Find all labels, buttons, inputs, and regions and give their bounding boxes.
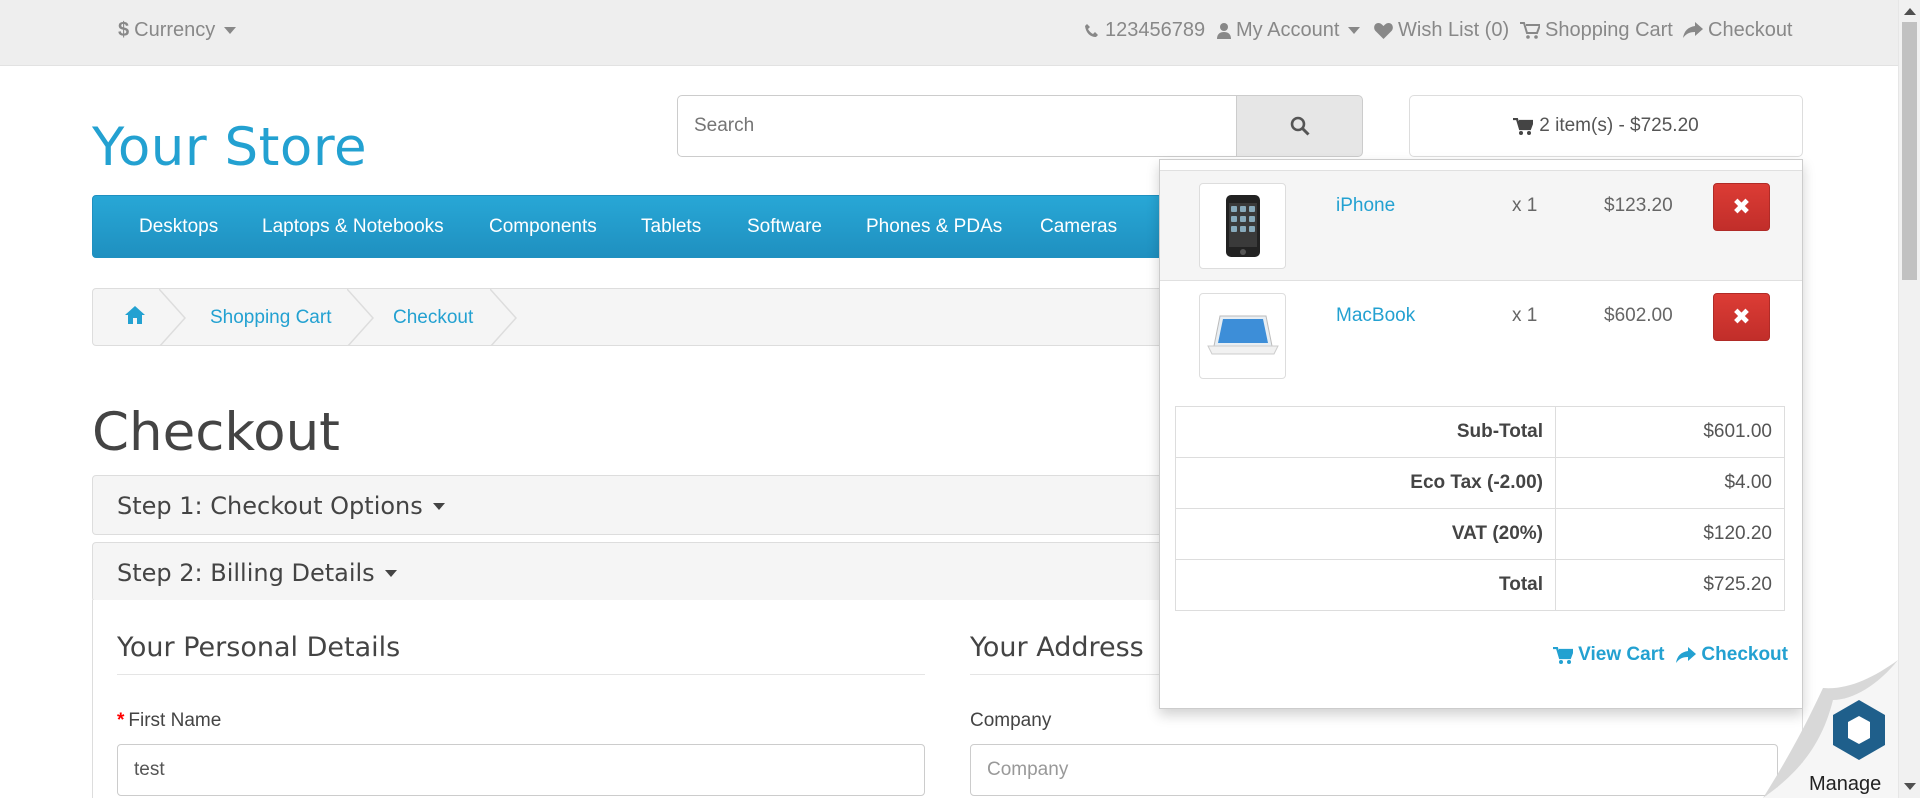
cart-item-price: $123.20 — [1604, 195, 1673, 216]
totals-label: Sub-Total — [1175, 406, 1556, 458]
dollar-icon: $ — [118, 19, 130, 41]
my-account-label: My Account — [1236, 19, 1340, 41]
view-cart-link[interactable]: View Cart — [1553, 644, 1664, 666]
breadcrumb-checkout[interactable]: Checkout — [393, 307, 473, 329]
close-icon: ✖ — [1732, 194, 1751, 219]
totals-value: $120.20 — [1555, 508, 1785, 560]
search-button[interactable] — [1236, 95, 1363, 157]
totals-row: Sub-Total $601.00 — [1175, 406, 1785, 458]
macbook-image — [1206, 315, 1279, 355]
phone-icon — [1085, 23, 1098, 37]
search-icon — [1290, 116, 1310, 136]
menu-item-desktops[interactable]: Desktops — [139, 216, 218, 238]
cart-item-row: MacBook x 1 $602.00 ✖ — [1160, 281, 1802, 392]
menu-item-tablets[interactable]: Tablets — [641, 216, 701, 238]
cart-summary-text: 2 item(s) - $725.20 — [1539, 115, 1699, 136]
home-icon — [125, 306, 145, 324]
cart-item-row: iPhone x 1 $123.20 ✖ — [1160, 170, 1802, 281]
user-icon — [1217, 23, 1231, 39]
menu-item-phones[interactable]: Phones & PDAs — [866, 216, 1002, 238]
breadcrumb-separator — [347, 289, 375, 345]
step1-title[interactable]: Step 1: Checkout Options — [117, 492, 445, 520]
cart-item-price: $602.00 — [1604, 305, 1673, 326]
required-marker: * — [117, 710, 125, 731]
breadcrumb-home[interactable] — [125, 306, 145, 329]
checkout-label: Checkout — [1708, 19, 1793, 41]
caret-down-icon — [1348, 27, 1361, 34]
cart-icon — [1520, 22, 1540, 39]
company-input[interactable] — [970, 744, 1778, 796]
cart-dropdown-links: View Cart Checkout — [1553, 644, 1788, 666]
cart-icon — [1553, 646, 1574, 664]
totals-value: $725.20 — [1555, 559, 1785, 611]
wish-list-label: Wish List (0) — [1398, 19, 1510, 41]
cart-totals-table: Sub-Total $601.00 Eco Tax (-2.00) $4.00 … — [1175, 406, 1785, 611]
shopping-cart-label: Shopping Cart — [1545, 19, 1673, 41]
shopping-cart-link[interactable]: Shopping Cart — [1520, 19, 1673, 42]
view-cart-label: View Cart — [1578, 644, 1665, 665]
store-logo[interactable]: Your Store — [92, 117, 367, 178]
currency-label: Currency — [134, 19, 216, 41]
cart-item-qty: x 1 — [1512, 305, 1538, 326]
totals-row: Total $725.20 — [1175, 559, 1785, 611]
top-bar: $ Currency 123456789 My Account Wish Lis… — [0, 0, 1898, 66]
page-title: Checkout — [92, 402, 340, 463]
macbook-thumbnail[interactable] — [1199, 293, 1286, 379]
menu-item-cameras[interactable]: Cameras — [1040, 216, 1117, 238]
share-arrow-icon — [1676, 646, 1697, 663]
breadcrumb-shopping-cart[interactable]: Shopping Cart — [210, 307, 331, 329]
caret-down-icon — [224, 27, 237, 34]
scrollbar-thumb[interactable] — [1902, 22, 1917, 280]
scroll-up-arrow[interactable] — [1904, 8, 1916, 15]
cart-dropdown: iPhone x 1 $123.20 ✖ MacBook x 1 $602.00… — [1159, 159, 1803, 709]
vertical-scrollbar[interactable] — [1898, 0, 1920, 798]
totals-label: Eco Tax (-2.00) — [1175, 457, 1556, 509]
phone-link[interactable]: 123456789 — [1084, 19, 1205, 42]
my-account-dropdown[interactable]: My Account — [1217, 19, 1361, 42]
personal-details-heading: Your Personal Details — [117, 632, 401, 663]
menu-item-components[interactable]: Components — [489, 216, 597, 238]
totals-value: $601.00 — [1555, 406, 1785, 458]
scroll-down-arrow[interactable] — [1904, 783, 1916, 790]
caret-down-icon — [432, 502, 445, 510]
iphone-thumbnail[interactable] — [1199, 183, 1286, 269]
breadcrumb-separator — [490, 289, 518, 345]
divider — [117, 674, 925, 675]
caret-down-icon — [384, 569, 397, 577]
remove-item-button[interactable]: ✖ — [1713, 183, 1770, 231]
company-label: Company — [970, 710, 1052, 731]
first-name-label-text: First Name — [128, 710, 222, 731]
totals-row: VAT (20%) $120.20 — [1175, 508, 1785, 560]
share-arrow-icon — [1683, 22, 1703, 38]
phone-number: 123456789 — [1105, 19, 1206, 41]
currency-dropdown[interactable]: $ Currency — [118, 19, 237, 42]
cart-icon — [1513, 117, 1534, 135]
cart-summary-button[interactable]: 2 item(s) - $725.20 — [1409, 95, 1803, 157]
your-address-heading: Your Address — [970, 632, 1144, 663]
first-name-label: * First Name — [117, 710, 221, 732]
breadcrumb-separator — [159, 289, 187, 345]
totals-value: $4.00 — [1555, 457, 1785, 509]
first-name-input[interactable] — [117, 744, 925, 796]
manage-label[interactable]: Manage — [1809, 773, 1881, 796]
totals-row: Eco Tax (-2.00) $4.00 — [1175, 457, 1785, 509]
menu-item-laptops[interactable]: Laptops & Notebooks — [262, 216, 444, 238]
step2-label: Step 2: Billing Details — [117, 559, 375, 587]
remove-item-button[interactable]: ✖ — [1713, 293, 1770, 341]
cart-item-name[interactable]: MacBook — [1336, 305, 1415, 327]
checkout-link[interactable]: Checkout — [1683, 19, 1793, 42]
close-icon: ✖ — [1732, 304, 1751, 329]
totals-label: Total — [1175, 559, 1556, 611]
cart-item-qty: x 1 — [1512, 195, 1538, 216]
search-input[interactable] — [677, 95, 1237, 157]
cart-item-name[interactable]: iPhone — [1336, 195, 1395, 217]
heart-icon — [1374, 23, 1393, 39]
totals-label: VAT (20%) — [1175, 508, 1556, 560]
wish-list-link[interactable]: Wish List (0) — [1374, 19, 1509, 42]
step1-label: Step 1: Checkout Options — [117, 492, 423, 520]
step2-title[interactable]: Step 2: Billing Details — [117, 559, 397, 587]
menu-item-software[interactable]: Software — [747, 216, 822, 238]
iphone-image — [1225, 195, 1260, 257]
